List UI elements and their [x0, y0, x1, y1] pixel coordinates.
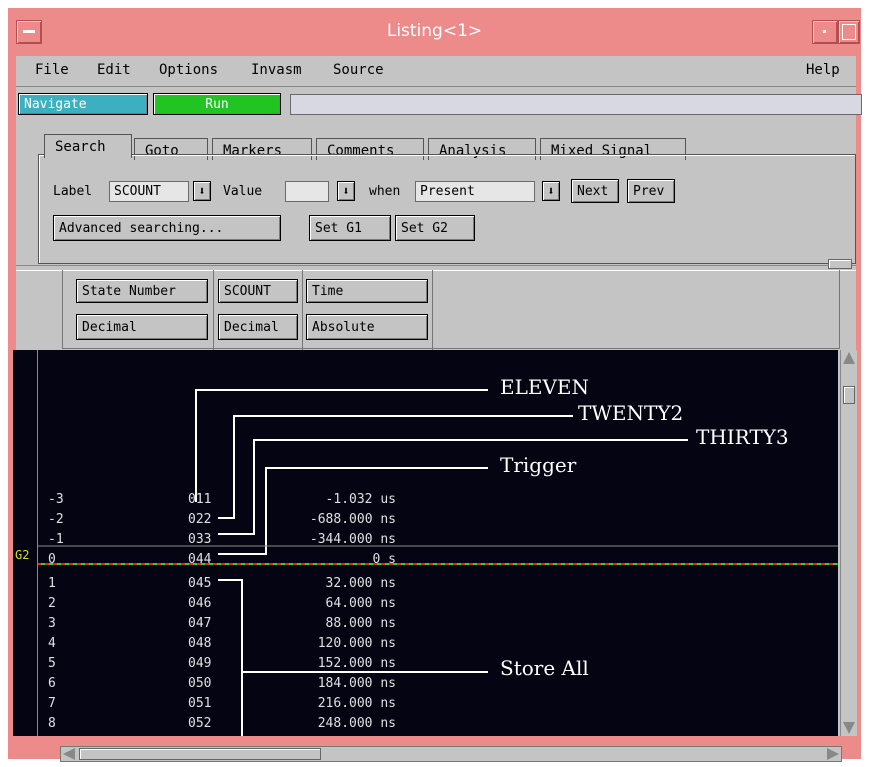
when-select[interactable]: Present	[415, 181, 535, 202]
time-cell: 88.000 ns	[325, 616, 396, 631]
state-number-cell: 8	[48, 716, 56, 731]
scount-cell: 051	[188, 696, 212, 711]
menu-invasm[interactable]: Invasm	[251, 62, 302, 78]
set-g2-button[interactable]: Set G2	[395, 215, 475, 241]
label-dropdown-icon[interactable]: ⬇	[193, 181, 211, 201]
scroll-left-icon[interactable]	[63, 748, 75, 760]
state-number-cell: -2	[48, 512, 64, 527]
time-cell: 32.000 ns	[325, 576, 396, 591]
scount-cell: 046	[188, 596, 212, 611]
time-cell: -344.000 ns	[309, 532, 396, 547]
value-caption: Value	[223, 184, 263, 199]
column-separator	[213, 270, 214, 350]
column-time-header[interactable]: Time	[306, 279, 428, 303]
maximize-button[interactable]	[838, 20, 860, 44]
navigate-button[interactable]: Navigate	[18, 93, 148, 115]
title-bar: Listing<1>	[8, 8, 861, 48]
column-separator	[432, 270, 433, 350]
menu-file[interactable]: File	[35, 62, 69, 78]
time-cell: -1.032 us	[325, 492, 396, 507]
state-number-cell: 1	[48, 576, 56, 591]
advanced-searching-button[interactable]: Advanced searching...	[53, 215, 281, 241]
next-button[interactable]: Next	[571, 179, 619, 203]
state-number-cell: 6	[48, 676, 56, 691]
scount-cell: 033	[188, 532, 212, 547]
annotation-trigger: Trigger	[500, 453, 577, 477]
time-cell: -688.000 ns	[309, 512, 396, 527]
scount-cell: 045	[188, 576, 212, 591]
column-scount-header[interactable]: SCOUNT	[218, 279, 298, 303]
annotation-store-all: Store All	[500, 656, 589, 680]
state-number-cell: -3	[48, 492, 64, 507]
menu-options[interactable]: Options	[159, 62, 218, 78]
scount-cell: 047	[188, 616, 212, 631]
annotation-thirty3: THIRTY3	[696, 425, 789, 449]
status-field	[290, 94, 862, 115]
column-separator	[302, 270, 303, 350]
column-state-number-header[interactable]: State Number	[76, 279, 208, 303]
window-title: Listing<1>	[386, 21, 483, 41]
state-number-cell: 3	[48, 616, 56, 631]
column-time-format[interactable]: Absolute	[306, 314, 428, 340]
when-caption: when	[369, 184, 401, 199]
listing-area: G2 ELEVEN TWENTY2 THIRTY3 Trigger Store …	[13, 350, 838, 736]
scroll-down-icon[interactable]	[843, 722, 855, 734]
maximize-icon	[842, 24, 856, 40]
annotation-eleven: ELEVEN	[500, 375, 590, 399]
annotation-leaders	[38, 389, 838, 736]
minimize-icon	[823, 30, 826, 33]
horizontal-scrollbar[interactable]	[60, 746, 842, 762]
state-number-cell: 4	[48, 636, 56, 651]
menu-source[interactable]: Source	[333, 62, 384, 78]
menu-bar: File Edit Options Invasm Source Help	[16, 56, 856, 87]
scount-cell: 044	[188, 552, 212, 567]
label-caption: Label	[53, 184, 93, 199]
prev-button[interactable]: Prev	[627, 179, 675, 203]
time-cell: 184.000 ns	[317, 676, 396, 691]
state-number-cell: 0	[48, 552, 56, 567]
column-scount-format[interactable]: Decimal	[218, 314, 298, 340]
time-cell: 216.000 ns	[317, 696, 396, 711]
run-button[interactable]: Run	[153, 93, 281, 115]
horizontal-scroll-thumb[interactable]	[79, 748, 321, 760]
value-input[interactable]	[285, 181, 329, 202]
value-dropdown-icon[interactable]: ⬇	[337, 181, 355, 201]
time-cell: 152.000 ns	[317, 656, 396, 671]
vertical-scrollbar[interactable]	[840, 350, 857, 736]
scount-cell: 048	[188, 636, 212, 651]
state-number-cell: 7	[48, 696, 56, 711]
scount-cell: 022	[188, 512, 212, 527]
scount-cell: 050	[188, 676, 212, 691]
client-area: File Edit Options Invasm Source Help Nav…	[13, 56, 862, 762]
time-cell: 248.000 ns	[317, 716, 396, 731]
when-dropdown-icon[interactable]: ⬇	[542, 181, 560, 201]
label-select[interactable]: SCOUNT	[109, 181, 189, 202]
splitter-handle[interactable]	[828, 259, 852, 269]
tab-search[interactable]: Search	[44, 134, 132, 158]
vertical-scroll-thumb[interactable]	[843, 386, 855, 404]
state-number-cell: -1	[48, 532, 64, 547]
scount-cell: 011	[188, 492, 212, 507]
set-g1-button[interactable]: Set G1	[309, 215, 391, 241]
state-number-cell: 5	[48, 656, 56, 671]
menu-help[interactable]: Help	[806, 62, 840, 78]
menu-edit[interactable]: Edit	[97, 62, 131, 78]
scroll-right-icon[interactable]	[827, 748, 839, 760]
column-state-number-format[interactable]: Decimal	[76, 314, 208, 340]
g2-marker[interactable]: G2	[15, 548, 29, 562]
state-number-cell: 2	[48, 596, 56, 611]
scount-cell: 049	[188, 656, 212, 671]
time-cell: 0 s	[372, 552, 396, 567]
search-panel: Label SCOUNT ⬇ Value ⬇ when Present ⬇ Ne…	[38, 154, 856, 264]
marker-gutter: G2	[13, 350, 37, 736]
minimize-button[interactable]	[812, 20, 838, 44]
time-cell: 64.000 ns	[325, 596, 396, 611]
scount-cell: 052	[188, 716, 212, 731]
scroll-up-icon[interactable]	[843, 352, 855, 364]
annotation-twenty2: TWENTY2	[578, 401, 684, 425]
listing-window: Listing<1> File Edit Options Invasm Sour…	[8, 8, 862, 762]
time-cell: 120.000 ns	[317, 636, 396, 651]
